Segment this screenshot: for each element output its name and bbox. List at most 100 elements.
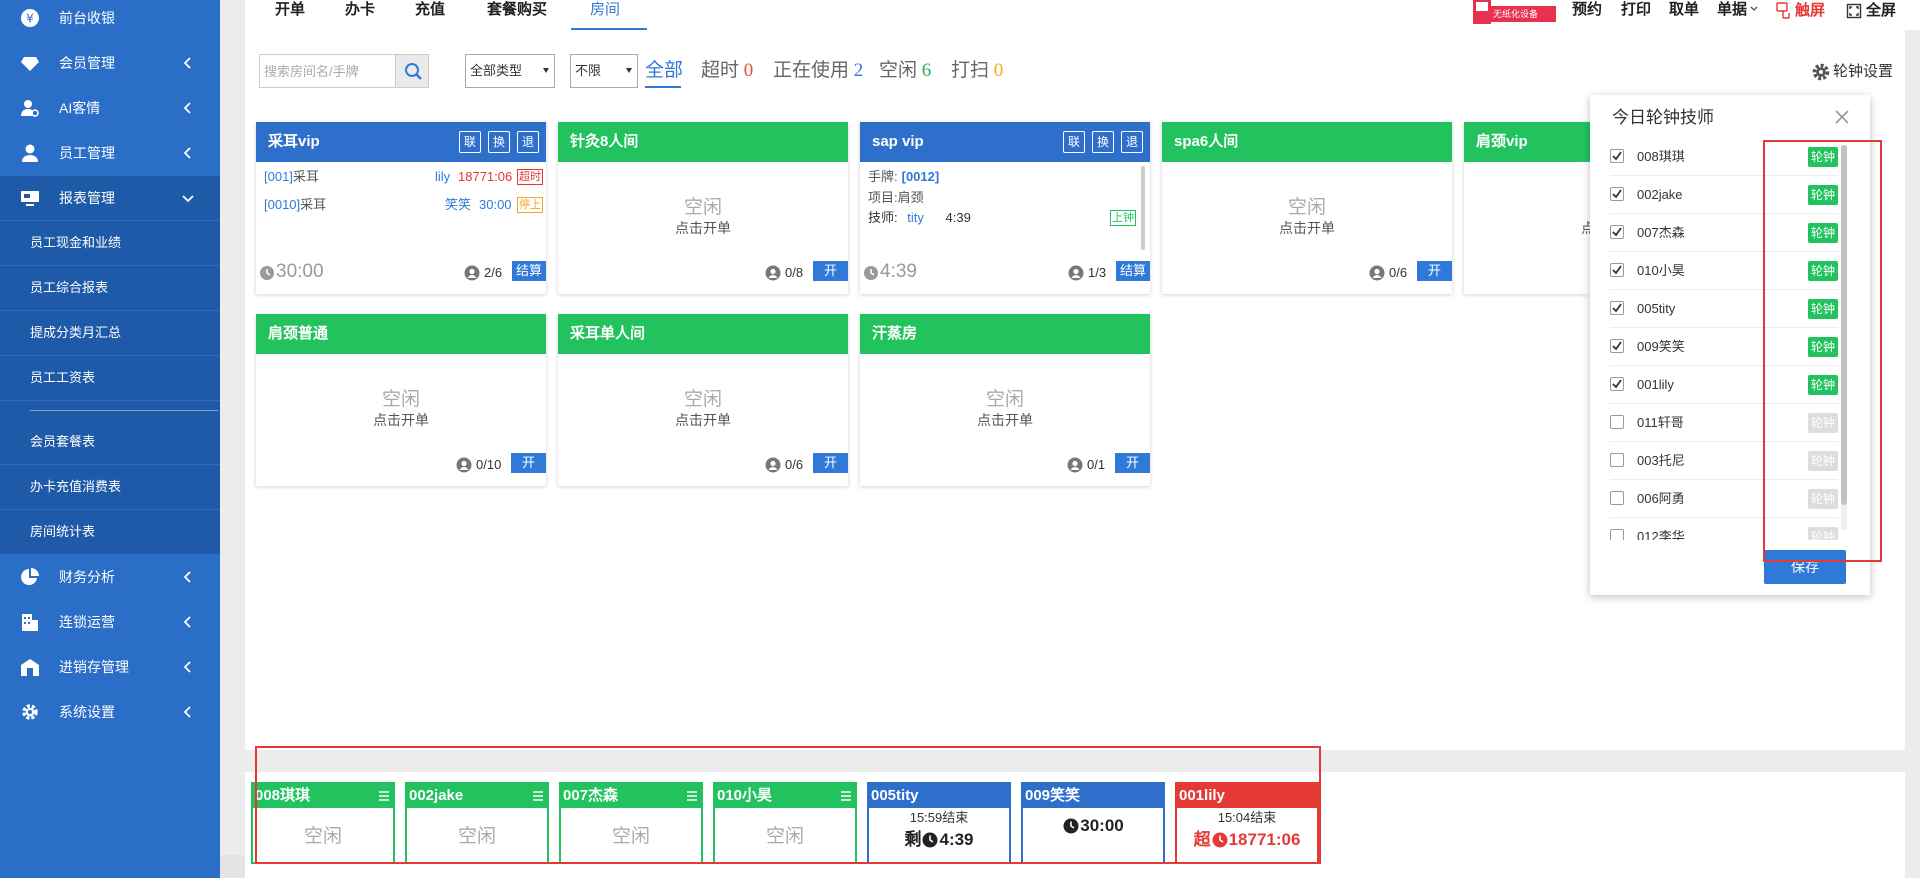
nav-item-chain[interactable]: 连锁运营	[0, 600, 220, 644]
link-button[interactable]: 联	[459, 131, 481, 153]
settle-button[interactable]: 结算	[512, 261, 546, 281]
room-card-spa6[interactable]: spa6人间 空闲 点击开单 0/6 开	[1162, 122, 1452, 294]
sub-item-room-stats[interactable]: 房间统计表	[0, 510, 220, 554]
rotation-checkbox[interactable]	[1610, 263, 1624, 277]
technician-name: 003托尼	[1637, 453, 1685, 468]
room-header: 汗蒸房	[860, 314, 1150, 354]
open-button[interactable]: 开	[813, 261, 848, 281]
rotation-checkbox[interactable]	[1610, 415, 1624, 429]
nav-item-ai[interactable]: AI客情	[0, 86, 220, 130]
person-icon	[1067, 457, 1083, 473]
sub-item-commission-summary[interactable]: 提成分类月汇总	[0, 311, 220, 355]
search-field[interactable]	[259, 54, 429, 88]
nav-item-staff[interactable]: 员工管理	[0, 131, 220, 175]
swap-button[interactable]: 换	[488, 131, 510, 153]
refund-button[interactable]: 退	[1121, 131, 1143, 153]
open-order-hint[interactable]: 点击开单	[558, 218, 848, 238]
nav-item-inventory[interactable]: 进销存管理	[0, 645, 220, 689]
check-icon	[1612, 341, 1622, 351]
nav-item-cashier[interactable]: ¥ 前台收银	[0, 0, 220, 40]
technician-name: 006阿勇	[1637, 491, 1685, 506]
chevron-down-icon	[1750, 6, 1758, 11]
nav-item-reports[interactable]: 报表管理	[0, 176, 220, 220]
room-card-sap-vip[interactable]: sap vip 联 换 退 手牌: [0012] 项目:肩颈 技师: tity 4…	[860, 122, 1150, 294]
tab-package[interactable]: 套餐购买	[487, 0, 547, 30]
open-button[interactable]: 开	[511, 453, 546, 473]
chevron-left-icon	[183, 102, 191, 114]
room-idle-text: 空闲	[683, 389, 722, 410]
highlight-box	[1763, 140, 1882, 562]
sub-item-card-recharge[interactable]: 办卡充值消费表	[0, 465, 220, 509]
open-button[interactable]: 开	[1115, 453, 1150, 473]
nav-item-members[interactable]: 会员管理	[0, 41, 220, 85]
sub-item-staff-report[interactable]: 员工综合报表	[0, 266, 220, 310]
rotation-checkbox[interactable]	[1610, 529, 1624, 540]
room-card-caier-single[interactable]: 采耳单人间 空闲 点击开单 0/6 开	[558, 314, 848, 486]
close-icon[interactable]	[1832, 107, 1852, 127]
order-line[interactable]: [001]采耳 lily 18771:06 超时	[264, 168, 543, 186]
open-order-hint[interactable]: 点击开单	[558, 410, 848, 430]
nav-item-settings[interactable]: 系统设置	[0, 690, 220, 734]
swap-button[interactable]: 换	[1092, 131, 1114, 153]
clock-icon	[260, 266, 274, 280]
order-line[interactable]: [0010]采耳 笑笑 30:00 停上	[264, 196, 543, 214]
tab-recharge[interactable]: 充值	[415, 0, 445, 30]
caret-down-icon	[543, 68, 549, 73]
link-button[interactable]: 联	[1063, 131, 1085, 153]
sub-item-cash-performance[interactable]: 员工现金和业绩	[0, 221, 220, 265]
rotation-checkbox[interactable]	[1610, 187, 1624, 201]
settle-button[interactable]: 结算	[1116, 261, 1150, 281]
bills-label: 单据	[1717, 1, 1748, 18]
chevron-left-icon	[183, 661, 191, 673]
fullscreen-button[interactable]: 全屏	[1846, 0, 1896, 22]
refund-button[interactable]: 退	[517, 131, 539, 153]
open-order-hint[interactable]: 点击开单	[1464, 218, 1590, 238]
rotation-checkbox[interactable]	[1610, 339, 1624, 353]
nopaper-label: 无纸化设备	[1493, 9, 1539, 19]
chevron-left-icon	[183, 616, 191, 628]
search-input[interactable]	[264, 62, 388, 80]
tab-card[interactable]: 办卡	[345, 0, 375, 30]
rotation-checkbox[interactable]	[1610, 453, 1624, 467]
rotation-checkbox[interactable]	[1610, 377, 1624, 391]
filter-cleaning[interactable]: 打扫 0	[951, 58, 1003, 84]
limit-select[interactable]: 不限	[570, 54, 638, 88]
room-card-neck-vip[interactable]: 肩颈vip 空闲 点击开单	[1464, 122, 1590, 294]
open-button[interactable]: 开	[813, 453, 848, 473]
filter-in-use[interactable]: 正在使用 2	[773, 58, 863, 84]
tab-rooms[interactable]: 房间	[590, 0, 620, 30]
rotation-checkbox[interactable]	[1610, 491, 1624, 505]
open-button[interactable]: 开	[1417, 261, 1452, 281]
room-header: 肩颈普通	[256, 314, 546, 354]
room-card-sauna[interactable]: 汗蒸房 空闲 点击开单 0/1 开	[860, 314, 1150, 486]
print-button[interactable]: 打印	[1621, 0, 1651, 22]
rotation-checkbox[interactable]	[1610, 225, 1624, 239]
sub-item-payroll[interactable]: 员工工资表	[0, 356, 220, 400]
type-select[interactable]: 全部类型	[465, 54, 555, 88]
filter-overtime[interactable]: 超时 0	[701, 58, 753, 84]
bills-dropdown[interactable]: 单据	[1717, 0, 1758, 22]
open-order-hint[interactable]: 点击开单	[256, 410, 546, 430]
room-card-acupuncture-8[interactable]: 针灸8人间 空闲 点击开单 0/8 开	[558, 122, 848, 294]
filter-idle[interactable]: 空闲 6	[879, 58, 931, 84]
nav-item-finance[interactable]: 财务分析	[0, 555, 220, 599]
occupancy-count: 0/10	[476, 457, 502, 472]
room-card-caier-vip[interactable]: 采耳vip 联 换 退 [001]采耳 lily 18771:06 超时 [00…	[256, 122, 546, 294]
fetch-order-button[interactable]: 取单	[1669, 0, 1699, 22]
open-order-hint[interactable]: 点击开单	[860, 410, 1150, 430]
rotation-checkbox[interactable]	[1610, 301, 1624, 315]
search-button[interactable]	[395, 54, 429, 88]
yen-icon: ¥	[21, 9, 39, 27]
sub-item-member-package[interactable]: 会员套餐表	[0, 420, 220, 464]
booking-button[interactable]: 预约	[1572, 0, 1602, 22]
room-card-neck-normal[interactable]: 肩颈普通 空闲 点击开单 0/10 开	[256, 314, 546, 486]
filter-all[interactable]: 全部	[645, 58, 683, 84]
tab-open-order[interactable]: 开单	[275, 0, 305, 30]
open-order-hint[interactable]: 点击开单	[1162, 218, 1452, 238]
chevron-left-icon	[183, 57, 191, 69]
rotation-checkbox[interactable]	[1610, 149, 1624, 163]
scrollbar[interactable]	[1141, 166, 1145, 250]
nav-label: 财务分析	[59, 569, 115, 585]
nopaper-device-badge[interactable]: 无纸化设备	[1473, 0, 1556, 24]
touch-screen-button[interactable]: 触屏	[1776, 0, 1825, 22]
